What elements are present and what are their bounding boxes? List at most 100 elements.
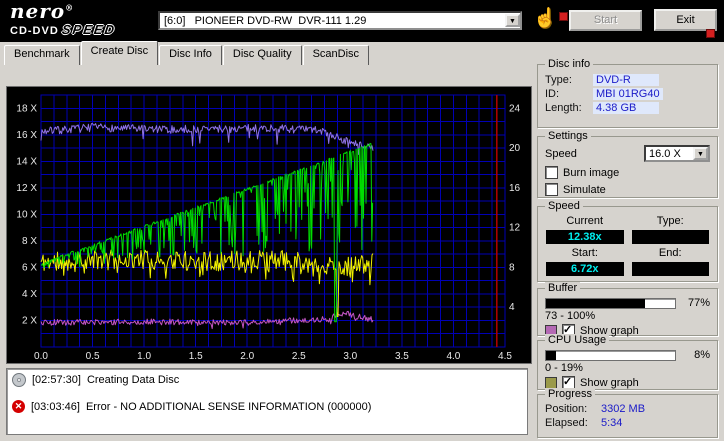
logo-text-cddvdspeed: CD-DVD SPEED [10, 22, 117, 37]
cpu-progress-bar [545, 349, 677, 361]
elapsed-value: 5:34 [601, 417, 623, 429]
svg-text:1.0: 1.0 [137, 351, 151, 362]
logo-cddvd-text: CD-DVD [10, 25, 59, 37]
hand-pointer-icon[interactable]: ☝ [533, 6, 557, 30]
speed-select-value: 16.0 X [649, 147, 681, 160]
burn-image-checkbox[interactable] [545, 166, 558, 179]
tab-scandisc[interactable]: ScanDisc [302, 45, 370, 65]
disc-id-label: ID: [545, 88, 560, 100]
disc-info-title: Disc info [545, 58, 594, 70]
svg-text:16 X: 16 X [16, 130, 37, 141]
status-log-list[interactable]: [02:57:30] Creating Data Disc [03:03:46]… [6, 368, 528, 435]
svg-text:0.0: 0.0 [34, 351, 48, 362]
position-label: Position: [545, 403, 588, 415]
nero-logo: nero® CD-DVD SPEED [10, 0, 117, 37]
svg-text:2.5: 2.5 [292, 351, 306, 362]
error-icon [12, 400, 25, 413]
svg-text:14 X: 14 X [16, 156, 37, 167]
settings-title: Settings [545, 130, 591, 142]
svg-text:8: 8 [509, 262, 515, 273]
svg-text:0.5: 0.5 [86, 351, 100, 362]
log-timestamp: [02:57:30] [32, 374, 81, 386]
current-speed-value: 12.38x [546, 230, 624, 244]
end-speed-label: End: [658, 247, 682, 259]
logo-speed-text: SPEED [60, 22, 117, 37]
burn-image-label: Burn image [563, 166, 620, 179]
speed-type-label: Type: [656, 215, 684, 227]
cpu-percent-value: 8% [694, 349, 710, 361]
buffer-group: Buffer 77% 73 - 100% Show graph [537, 282, 718, 337]
logo-nero-text: nero [10, 0, 66, 23]
cpu-range-value: 0 - 19% [545, 362, 583, 374]
svg-text:3.5: 3.5 [395, 351, 409, 362]
svg-text:3.0: 3.0 [343, 351, 357, 362]
disc-length-label: Length: [545, 102, 582, 114]
log-message: Creating Data Disc [86, 374, 180, 386]
start-speed-label: Start: [571, 247, 598, 259]
drive-selector-value: [6:0] PIONEER DVD-RW DVR-111 1.29 [164, 14, 367, 27]
svg-text:24: 24 [509, 103, 521, 114]
write-speed-chart: 18 X 16 X 14 X 12 X 10 X 8 X 6 X 4 X 2 X 24 20 16 12… [16, 94, 521, 362]
svg-text:4.5: 4.5 [498, 351, 512, 362]
record-led-icon [559, 12, 568, 21]
disc-type-label: Type: [545, 74, 572, 86]
record-led-icon [706, 29, 715, 38]
registered-mark: ® [65, 2, 75, 13]
svg-text:6 X: 6 X [22, 262, 37, 273]
simulate-label: Simulate [563, 183, 606, 196]
svg-text:12 X: 12 X [16, 183, 37, 194]
svg-text:18 X: 18 X [16, 103, 37, 114]
tab-disc-quality[interactable]: Disc Quality [222, 45, 302, 65]
svg-text:2 X: 2 X [22, 316, 37, 327]
cpu-show-graph-label: Show graph [580, 376, 639, 389]
drive-selector-dropdown[interactable]: [6:0] PIONEER DVD-RW DVR-111 1.29 ▼ [158, 11, 522, 30]
log-entry: [02:57:30] Creating Data Disc [12, 373, 522, 387]
svg-text:20: 20 [509, 143, 521, 154]
disc-type-value: DVD-R [593, 74, 659, 86]
svg-text:1.5: 1.5 [189, 351, 203, 362]
speed-group: Speed Current Type: 12.38x Start: End: 6… [537, 200, 718, 282]
buffer-range-value: 73 - 100% [545, 310, 596, 322]
svg-text:16: 16 [509, 183, 521, 194]
svg-text:2.0: 2.0 [240, 351, 254, 362]
exit-button[interactable]: Exit [654, 9, 717, 31]
current-speed-label: Current [566, 215, 604, 227]
write-speed-chart-panel: 18 X 16 X 14 X 12 X 10 X 8 X 6 X 4 X 2 X 24 20 16 12… [6, 86, 532, 364]
progress-title: Progress [545, 388, 596, 400]
position-value: 3302 MB [601, 403, 646, 415]
nero-cd-dvd-speed-window: nero® CD-DVD SPEED [6:0] PIONEER DVD-RW D… [0, 0, 724, 441]
svg-text:8 X: 8 X [22, 236, 37, 247]
cpu-usage-title: CPU Usage [545, 334, 610, 346]
svg-text:4: 4 [509, 302, 515, 313]
speed-setting-label: Speed [545, 147, 577, 160]
disc-icon [12, 373, 26, 387]
log-timestamp: [03:03:46] [31, 400, 80, 413]
speed-type-value [631, 230, 709, 244]
svg-text:4 X: 4 X [22, 289, 37, 300]
start-speed-value: 6.72x [546, 262, 624, 276]
top-banner: nero® CD-DVD SPEED [6:0] PIONEER DVD-RW D… [0, 0, 724, 42]
tab-benchmark[interactable]: Benchmark [4, 45, 80, 65]
chevron-down-icon[interactable]: ▼ [693, 147, 708, 160]
speed-select-dropdown[interactable]: 16.0 X ▼ [644, 145, 710, 162]
tab-bar: Benchmark Create Disc Disc Info Disc Qua… [4, 41, 370, 65]
tab-create-disc[interactable]: Create Disc [80, 41, 159, 65]
chevron-down-icon[interactable]: ▼ [505, 14, 520, 27]
log-entry: [03:03:46] Error - NO ADDITIONAL SENSE I… [12, 400, 522, 413]
svg-text:4.0: 4.0 [446, 351, 460, 362]
disc-id-value: MBI 01RG40 [593, 88, 663, 100]
cpu-usage-group: CPU Usage 8% 0 - 19% Show graph [537, 334, 718, 390]
cpu-color-swatch [545, 376, 557, 389]
buffer-percent-value: 77% [687, 297, 710, 309]
start-button[interactable]: Start [569, 10, 642, 31]
disc-info-group: Disc info Type: DVD-R ID: MBI 01RG40 Len… [537, 58, 718, 128]
end-speed-value [631, 262, 709, 276]
progress-group: Progress Position: 3302 MB Elapsed: 5:34 [537, 388, 718, 438]
speed-title: Speed [545, 200, 583, 212]
simulate-checkbox[interactable] [545, 183, 558, 196]
log-message: Error - NO ADDITIONAL SENSE INFORMATION … [85, 400, 372, 413]
svg-text:10 X: 10 X [16, 209, 37, 220]
svg-text:12: 12 [509, 223, 521, 234]
buffer-progress-bar [545, 297, 677, 309]
tab-disc-info[interactable]: Disc Info [159, 45, 222, 65]
